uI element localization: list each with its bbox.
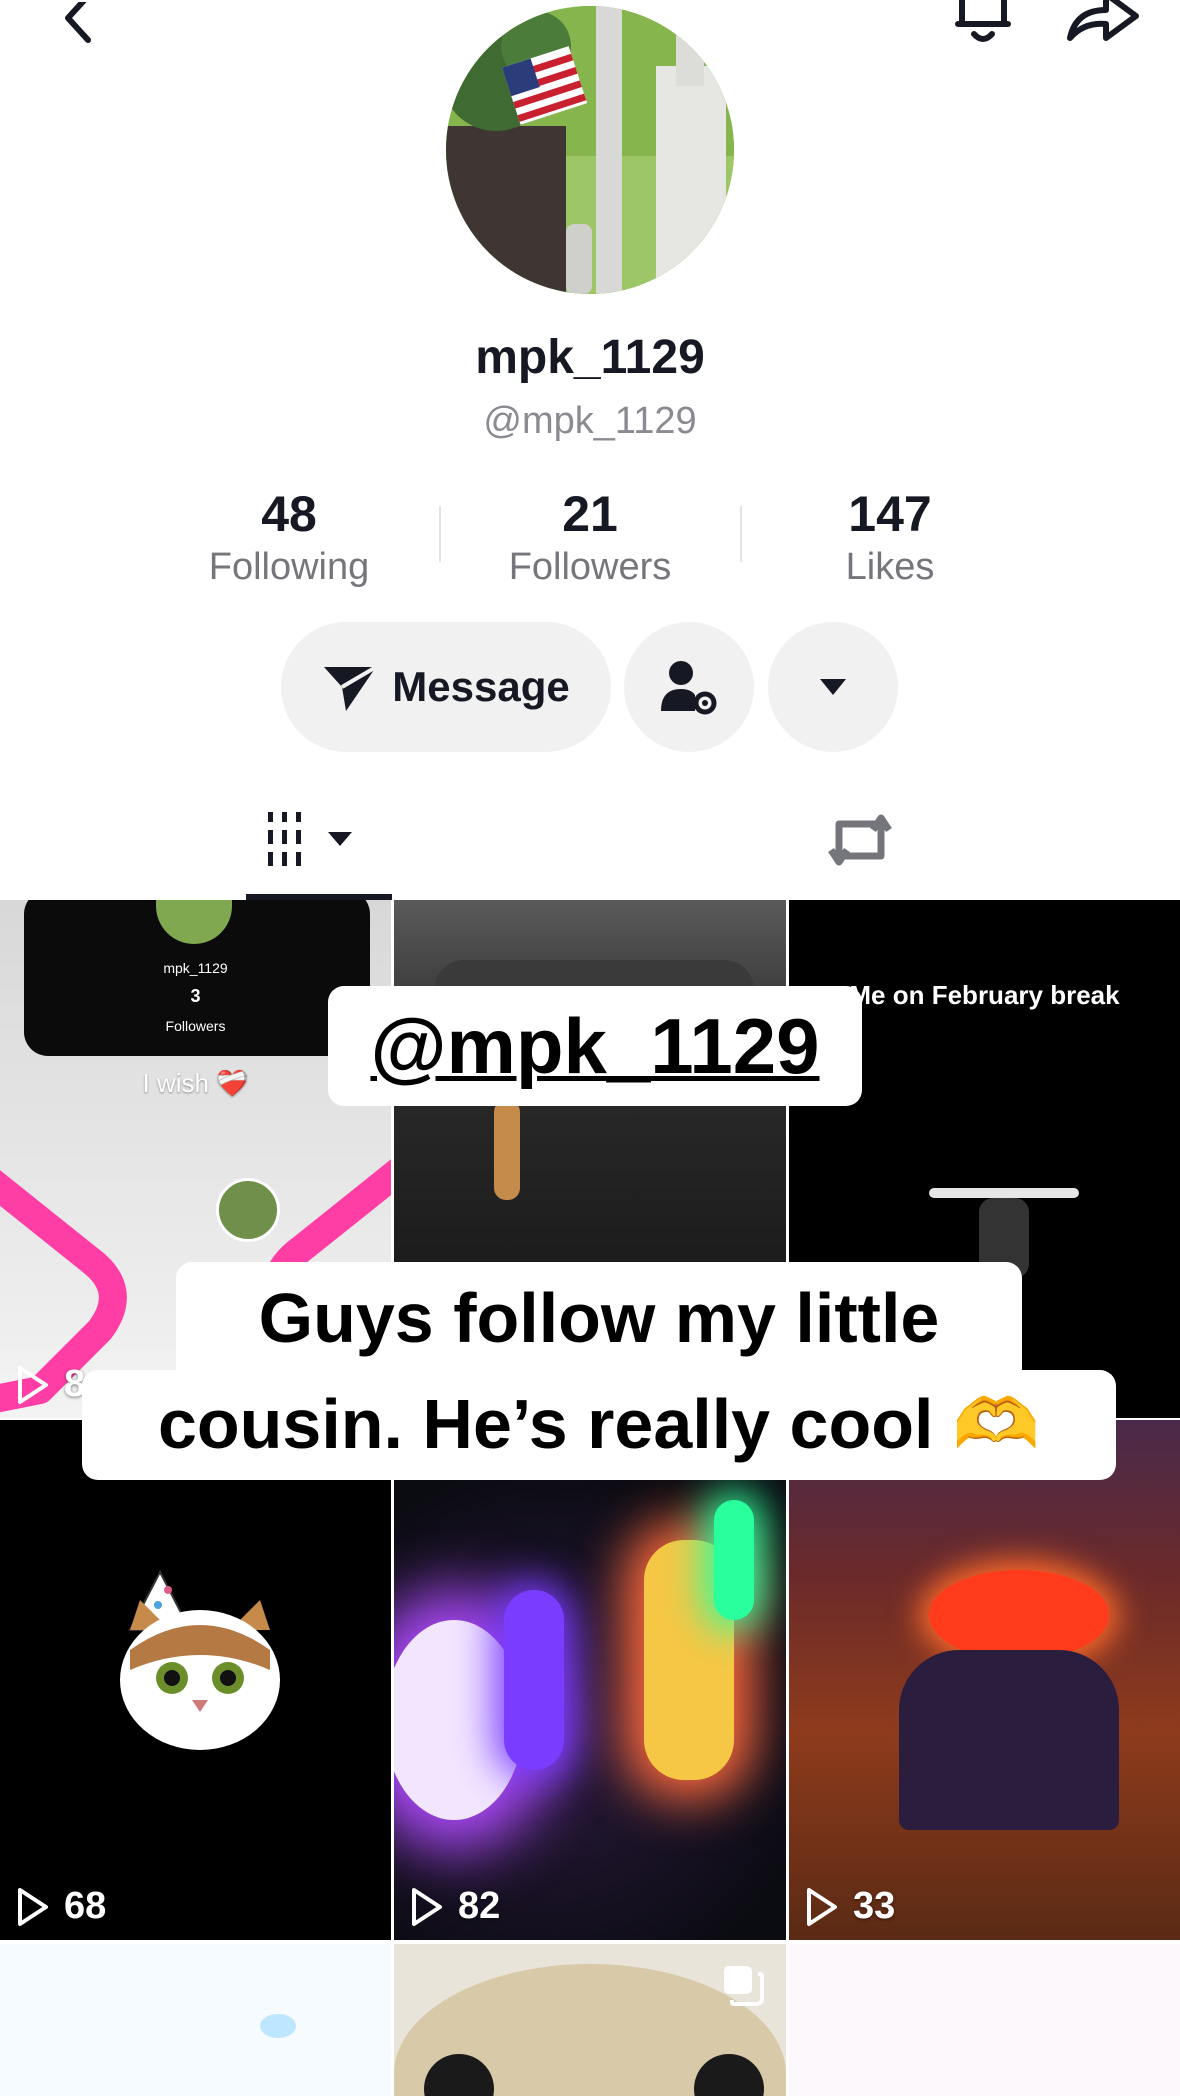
stat-following-label: Following [208,546,370,588]
view-count: 68 [16,1885,106,1928]
play-outline-icon [18,1365,48,1404]
notifications-button[interactable] [948,0,1018,50]
play-outline-icon [412,1887,442,1926]
more-options-button[interactable] [768,622,898,752]
video-tile[interactable] [394,1944,786,2096]
tab-videos[interactable] [246,800,392,880]
chevron-left-icon [65,2,91,43]
grid-columns-icon [268,812,352,866]
play-outline-icon [807,1887,837,1926]
view-count-value: 68 [64,1885,107,1927]
repost-icon [828,814,892,866]
friend-settings-button[interactable] [624,622,754,752]
bell-icon [955,0,1011,42]
bar-graphic [929,1188,1079,1198]
username-handle: @mpk_1129 [483,400,697,442]
tab-reposts[interactable] [820,802,900,878]
play-outline-icon [18,1887,48,1926]
caption-line-1: Guys follow my little [258,1279,940,1357]
avatar[interactable] [446,6,734,294]
mention-label[interactable]: @mpk_1129 [328,986,862,1106]
display-name: mpk_1129 [475,331,705,384]
stat-followers-value: 21 [562,486,618,542]
caret-down-icon [820,679,846,695]
stat-likes-label: Likes [845,546,935,588]
neon-blur [504,1590,564,1770]
small-avatar-bubble [216,1178,280,1242]
profile-tabs [0,780,1180,900]
mention-text: @mpk_1129 [370,1001,820,1090]
dancing-figure [494,1100,520,1200]
video-tile[interactable]: 33 [789,1420,1180,1940]
video-tile[interactable] [789,1944,1180,2096]
share-button[interactable] [1062,0,1142,50]
caption-line-2-box: cousin. He’s really cool 🫶 [82,1370,1116,1480]
video-tile[interactable]: 68 [0,1420,391,1940]
user-gear-icon [661,661,717,715]
fire-hair-figure [929,1570,1109,1660]
back-button[interactable] [48,0,108,50]
stat-likes[interactable]: 147 Likes [740,484,1040,590]
caption-line-2: cousin. He’s really cool 🫶 [157,1385,1041,1463]
message-button-label: Message [392,663,570,710]
blur-dot [260,2014,296,2038]
video-tile[interactable]: 82 [394,1420,786,1940]
figure-body [899,1650,1119,1830]
view-count-value: 82 [458,1885,501,1927]
caption-line-1-box: Guys follow my little [176,1262,1022,1374]
view-count: 33 [805,1885,895,1928]
view-count: 8 [16,1363,85,1406]
party-cat-graphic [120,1569,280,1750]
mini-username: mpk_1129 [163,960,228,976]
stat-likes-value: 147 [848,486,932,542]
stat-followers[interactable]: 21 Followers [440,484,740,590]
stat-following-value: 48 [261,486,317,542]
video-tile[interactable] [0,1944,391,2096]
multi-photo-icon [724,1966,764,2006]
send-arrow-icon [324,665,378,711]
view-count: 82 [410,1885,500,1928]
neon-blur [714,1500,754,1620]
stat-following[interactable]: 48 Following [139,484,439,590]
view-count-value: 33 [853,1885,896,1927]
message-button[interactable]: Message [281,622,611,752]
share-arrow-icon [1067,0,1139,41]
stat-followers-label: Followers [508,546,672,588]
